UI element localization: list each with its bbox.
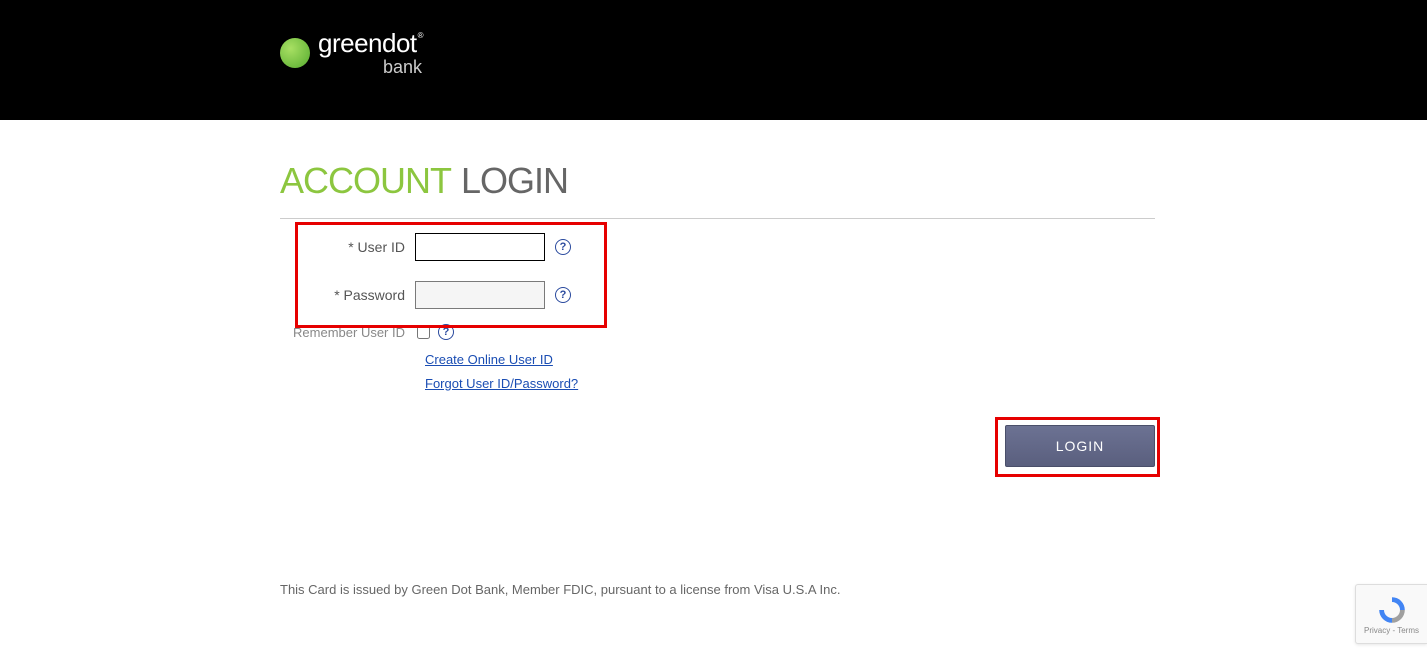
page-title: ACCOUNT LOGIN — [280, 160, 1155, 202]
user-id-row: * User ID ? — [280, 223, 1155, 271]
recaptcha-links[interactable]: Privacy - Terms — [1364, 626, 1419, 635]
help-icon-user-id[interactable]: ? — [555, 239, 571, 255]
registered-mark: ® — [418, 31, 423, 40]
remember-checkbox[interactable] — [417, 326, 430, 339]
create-user-id-link[interactable]: Create Online User ID — [425, 352, 553, 367]
footer-disclaimer: This Card is issued by Green Dot Bank, M… — [280, 582, 1155, 597]
title-divider — [280, 218, 1155, 219]
forgot-link[interactable]: Forgot User ID/Password? — [425, 376, 578, 391]
brand-name: greendot — [318, 28, 417, 58]
login-form: * User ID ? * Password ? Remember User I… — [280, 223, 1155, 467]
password-label: * Password — [280, 287, 415, 303]
page-title-account: ACCOUNT — [280, 160, 451, 201]
main-container: ACCOUNT LOGIN * User ID ? * Password ? R… — [280, 120, 1155, 597]
user-id-input[interactable] — [415, 233, 545, 261]
brand-sub: bank — [318, 57, 422, 78]
greendot-dot-icon — [280, 38, 310, 68]
remember-label: Remember User ID — [280, 325, 415, 340]
login-button-wrap: LOGIN — [280, 425, 1155, 467]
user-id-label: * User ID — [280, 239, 415, 255]
header-bar: greendot® bank — [0, 0, 1427, 120]
links-row: Create Online User ID Forgot User ID/Pas… — [425, 351, 1155, 393]
brand-logo[interactable]: greendot® bank — [280, 28, 422, 78]
brand-logo-text: greendot® bank — [318, 28, 422, 78]
recaptcha-badge[interactable]: Privacy - Terms — [1355, 584, 1427, 644]
password-row: * Password ? — [280, 271, 1155, 319]
remember-row: Remember User ID ? — [280, 319, 1155, 345]
help-icon-remember[interactable]: ? — [438, 324, 454, 340]
login-button[interactable]: LOGIN — [1005, 425, 1155, 467]
recaptcha-icon — [1376, 594, 1408, 626]
help-icon-password[interactable]: ? — [555, 287, 571, 303]
password-input[interactable] — [415, 281, 545, 309]
page-title-login: LOGIN — [461, 160, 568, 201]
